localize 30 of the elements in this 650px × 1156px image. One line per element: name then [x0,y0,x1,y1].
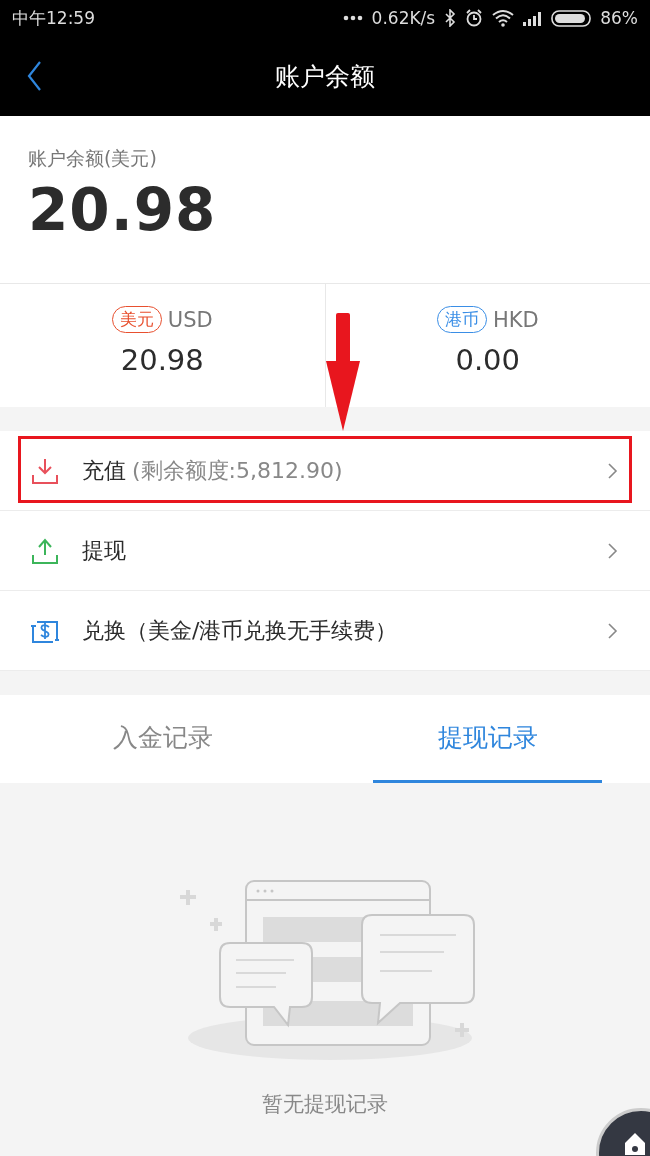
wifi-icon [492,9,515,27]
balance-label: 账户余额(美元) [28,146,158,171]
alarm-icon [465,9,484,27]
bluetooth-icon [444,9,457,27]
status-time: 中午12:59 [12,6,95,30]
network-speed: 0.62K/s [371,8,436,28]
battery-percent: 86% [600,8,638,28]
action-row[interactable]: 充值 (剩余额度:5,812.90) [0,431,650,511]
empty-message: 暂无提现记录 [262,1091,388,1118]
currency-amount: 20.98 [120,343,204,377]
battery-icon [551,9,592,27]
tab[interactable]: 提现记录 [373,695,602,783]
action-row[interactable]: 兑换（美金/港币兑换无手续费） [0,591,650,671]
tab[interactable]: 入金记录 [48,695,277,783]
page-title: 账户余额 [275,60,375,93]
action-label: 充值 [82,456,126,485]
action-row[interactable]: 提现 [0,511,650,591]
currency-amount: 0.00 [455,343,521,377]
chevron-right-icon [607,541,618,560]
action-note: (剩余额度:5,812.90) [132,456,343,485]
back-icon [26,60,42,92]
chevron-right-icon [607,621,618,640]
currency-code: USD [167,307,213,332]
action-label: 兑换（美金/港币兑换无手续费） [82,616,398,645]
currency-code: HKD [492,307,539,332]
signal-icon [523,10,543,26]
balance-amount: 20.98 [28,176,218,244]
chevron-right-icon [607,461,618,480]
more-icon [342,13,363,23]
action-label: 提现 [82,536,126,565]
